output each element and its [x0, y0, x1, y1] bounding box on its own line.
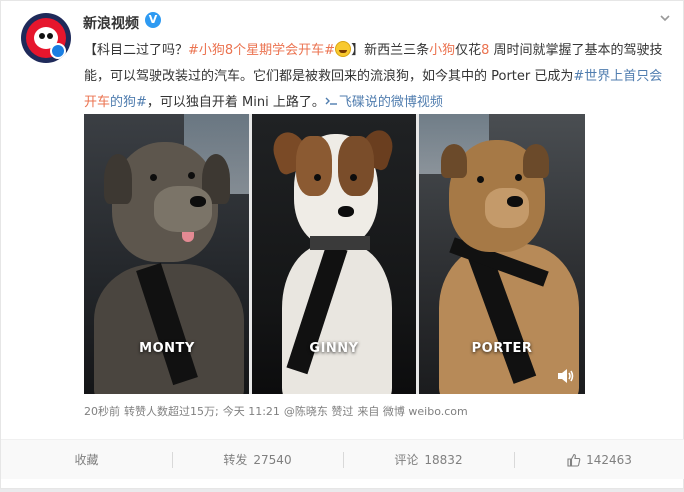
action-bar: 收藏 转发 27540 评论 18832 142463 [1, 439, 684, 479]
like-count: 142463 [586, 452, 632, 467]
keyword-link[interactable]: 小狗 [429, 43, 455, 58]
video-link[interactable]: 飞碟说的微博视频 [325, 95, 443, 110]
post-text: 【科目二过了吗？#小狗8个星期学会开车# 】新西兰三条小狗仅花8 周时间就掌握了基… [84, 41, 663, 110]
weibo-post-card: 新浪视频 V 【科目二过了吗？#小狗8个星期学会开车# 】新西兰三条小狗仅花8 周… [0, 0, 684, 489]
grin-emoji-icon [335, 41, 352, 57]
dog-name-label: GINNY [309, 341, 359, 356]
repost-note: 转赞人数超过15万; [124, 405, 219, 418]
chevron-down-icon[interactable] [657, 11, 673, 27]
dog-name-label: PORTER [471, 341, 533, 356]
dog-panel-porter: PORTER [419, 114, 585, 394]
comment-count: 18832 [424, 452, 463, 467]
repost-label: 转发 [223, 453, 248, 467]
liked-by[interactable]: @陈晓东 赞过 [284, 405, 354, 418]
username[interactable]: 新浪视频 [83, 13, 139, 33]
link-icon [325, 97, 337, 105]
dog-panel-ginny: GINNY [252, 114, 416, 394]
thumbs-up-icon [567, 453, 581, 467]
topic-link[interactable]: #小狗8个星期学会开车# [188, 43, 335, 58]
verified-icon: V [145, 12, 161, 28]
video-player[interactable]: MONTY GINNY PORTER [84, 114, 585, 394]
dog-name-label: MONTY [139, 341, 195, 356]
avatar[interactable] [21, 13, 71, 63]
today-time: 今天 11:21 [222, 405, 280, 418]
favorite-button[interactable]: 收藏 [1, 440, 172, 479]
like-button[interactable]: 142463 [514, 440, 684, 479]
comment-label: 评论 [394, 453, 419, 467]
post-source[interactable]: 来自 微博 weibo.com [357, 405, 467, 418]
time-ago[interactable]: 20秒前 [84, 405, 120, 418]
favorite-label: 收藏 [74, 453, 99, 467]
speaker-icon[interactable] [557, 368, 575, 384]
comment-button[interactable]: 评论 18832 [343, 440, 514, 479]
video-badge-icon [50, 43, 66, 59]
post-meta: 20秒前 转赞人数超过15万; 今天 11:21 @陈晓东 赞过 来自 微博 weibo… [84, 403, 468, 419]
repost-count: 27540 [253, 452, 292, 467]
repost-button[interactable]: 转发 27540 [172, 440, 343, 479]
dog-panel-monty: MONTY [84, 114, 250, 394]
